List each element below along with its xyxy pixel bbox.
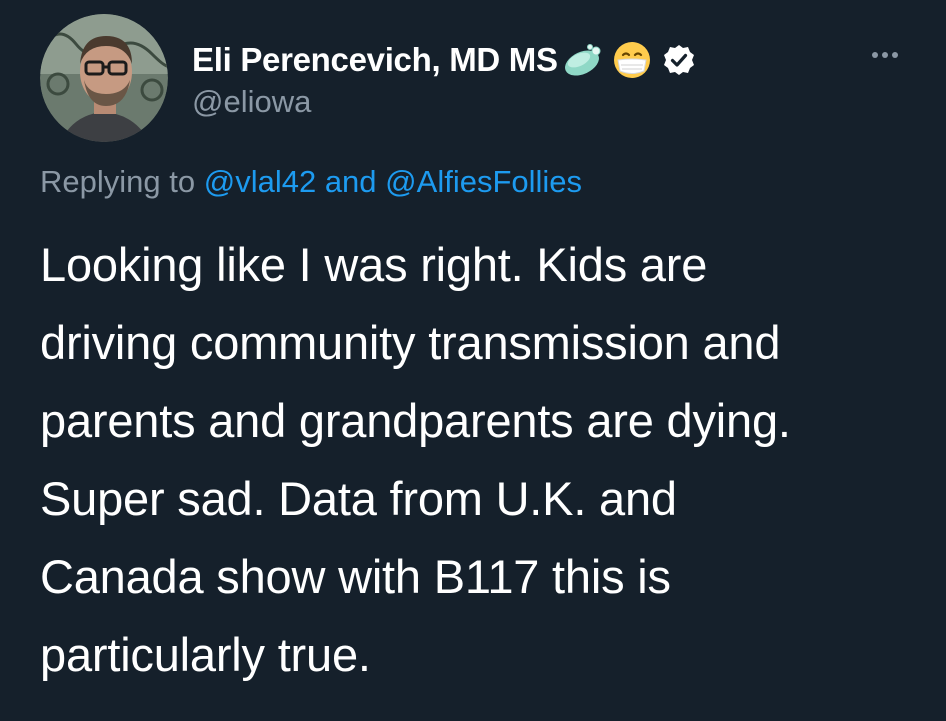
mention-link-vlal42[interactable]: @vlal42 (204, 164, 316, 199)
avatar[interactable] (40, 14, 168, 142)
tweet-text-line: Canada show with B117 this is (40, 550, 671, 603)
tweet-text-line: Super sad. Data from U.K. and (40, 472, 677, 525)
more-options-button[interactable] (860, 40, 910, 70)
tweet-text: Looking like I was right. Kids are drivi… (40, 226, 920, 694)
tweet-card: Eli Perencevich, MD MS @eliowa Replying … (0, 0, 946, 721)
author-handle[interactable]: @eliowa (192, 84, 311, 120)
tweet-text-line: Looking like I was right. Kids are (40, 238, 708, 291)
mention-link-alfiesfollies[interactable]: @AlfiesFollies (385, 164, 582, 199)
more-horizontal-icon (872, 52, 878, 58)
author-name-row[interactable]: Eli Perencevich, MD MS (192, 40, 696, 80)
verified-badge-icon (662, 43, 696, 77)
more-horizontal-icon (892, 52, 898, 58)
reply-context: Replying to @vlal42 and @AlfiesFollies (40, 164, 582, 200)
tweet-text-line: particularly true. (40, 628, 371, 681)
tweet-text-line: parents and grandparents are dying. (40, 394, 791, 447)
face-with-medical-mask-icon (612, 40, 652, 80)
author-display-name[interactable]: Eli Perencevich, MD MS (192, 41, 558, 79)
reply-prefix: Replying to (40, 164, 196, 199)
more-horizontal-icon (882, 52, 888, 58)
soap-icon (560, 43, 602, 77)
reply-connector: and (324, 164, 377, 199)
profile-photo (40, 14, 168, 142)
tweet-text-line: driving community transmission and (40, 316, 781, 369)
